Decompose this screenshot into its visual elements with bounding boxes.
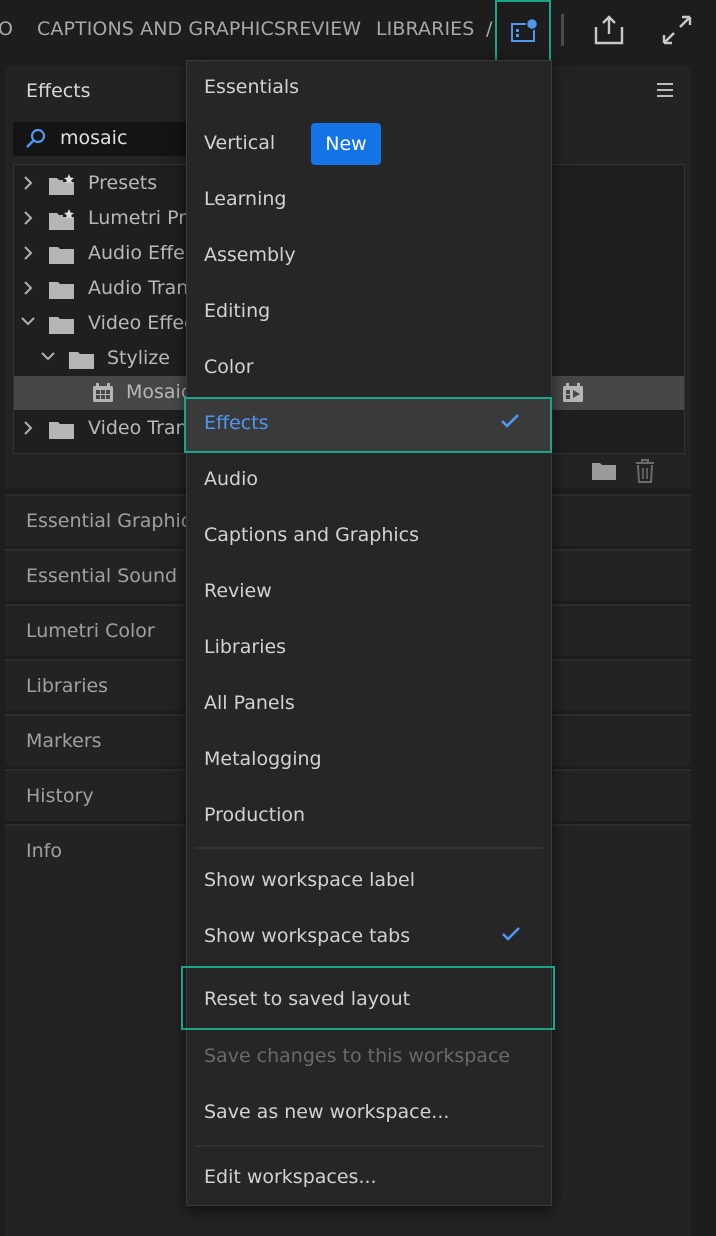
tree-item-label: Audio Trans xyxy=(88,277,199,299)
menu-item-label: Metalogging xyxy=(204,748,322,770)
menu-item-save-changes: Save changes to this workspace xyxy=(187,1030,551,1086)
folder-icon xyxy=(49,282,74,299)
tree-item-label: Lumetri Pre xyxy=(88,207,198,229)
panel-label: Lumetri Color xyxy=(26,620,155,642)
menu-item-all-panels[interactable]: All Panels xyxy=(187,677,551,733)
workspaces-menu: Essentials Vertical New Learning Assembl… xyxy=(181,60,555,1207)
panel-label: Libraries xyxy=(26,675,109,697)
effects-search-input[interactable]: mosaic xyxy=(13,122,213,156)
menu-item-label: Save as new workspace... xyxy=(204,1101,450,1123)
folder-icon xyxy=(49,247,74,264)
menu-item-label: Show workspace label xyxy=(204,869,416,891)
expand-icon xyxy=(662,15,692,45)
workspace-tab-bar: O CAPTIONS AND GRAPHICS REVIEW LIBRARIES… xyxy=(0,0,716,62)
menu-separator xyxy=(195,1145,543,1147)
menu-item-label: Learning xyxy=(204,188,287,210)
search-icon xyxy=(26,128,46,148)
menu-item-label: Production xyxy=(204,804,306,826)
panel-title[interactable]: Effects xyxy=(26,80,91,102)
menu-item-review[interactable]: Review xyxy=(187,565,551,621)
workspace-switcher-icon xyxy=(511,17,538,42)
menu-item-label: Captions and Graphics xyxy=(204,524,419,546)
menu-item-production[interactable]: Production xyxy=(187,789,551,845)
menu-item-label: Assembly xyxy=(204,244,296,266)
tree-item-label: Presets xyxy=(88,172,158,194)
menu-item-label: Edit workspaces... xyxy=(204,1166,377,1188)
tree-item-label: Stylize xyxy=(107,347,170,369)
checkmark-icon xyxy=(501,414,519,428)
new-bin-icon[interactable] xyxy=(591,461,617,481)
workspace-tab-libraries[interactable]: LIBRARIES xyxy=(376,18,474,40)
menu-item-assembly[interactable]: Assembly xyxy=(187,229,551,285)
panel-menu-icon[interactable] xyxy=(657,83,673,97)
menu-item-reset-to-saved-layout[interactable]: Reset to saved layout xyxy=(181,966,555,1030)
panel-label: Essential Graphics xyxy=(26,510,202,532)
panel-label: Essential Sound xyxy=(26,565,178,587)
folder-icon xyxy=(49,317,74,334)
menu-item-learning[interactable]: Learning xyxy=(187,173,551,229)
workspace-tab-partial[interactable]: O xyxy=(0,18,13,40)
panel-label: Markers xyxy=(26,730,102,752)
folder-icon xyxy=(49,422,74,439)
menu-item-metalogging[interactable]: Metalogging xyxy=(187,733,551,789)
menu-item-label: Effects xyxy=(204,412,269,434)
menu-item-label: Review xyxy=(204,580,272,602)
menu-item-label: All Panels xyxy=(204,692,295,714)
star-folder-icon xyxy=(49,209,74,230)
workspace-tab-captions-and-graphics[interactable]: CAPTIONS AND GRAPHICS xyxy=(37,18,286,40)
fullscreen-button[interactable] xyxy=(659,12,695,48)
checkmark-icon xyxy=(502,927,520,941)
workspaces-menu-button[interactable] xyxy=(495,0,551,62)
menu-item-label: Libraries xyxy=(204,636,287,658)
menu-item-label: Show workspace tabs xyxy=(204,925,411,947)
search-value[interactable]: mosaic xyxy=(60,127,127,149)
star-folder-icon xyxy=(49,174,74,195)
workspace-tab-overflow[interactable]: / xyxy=(486,18,493,40)
menu-item-editing[interactable]: Editing xyxy=(187,285,551,341)
menu-item-essentials[interactable]: Essentials xyxy=(187,61,551,117)
chevron-down-icon[interactable] xyxy=(40,350,56,362)
menu-item-label: Color xyxy=(204,356,254,378)
accelerated-effect-icon xyxy=(563,383,583,402)
menu-item-label: Save changes to this workspace xyxy=(204,1045,511,1067)
share-button[interactable] xyxy=(591,12,627,48)
trash-icon[interactable] xyxy=(635,459,655,483)
menu-item-libraries[interactable]: Libraries xyxy=(187,621,551,677)
chevron-right-icon[interactable] xyxy=(22,280,34,296)
menu-item-color[interactable]: Color xyxy=(187,341,551,397)
menu-item-edit-workspaces[interactable]: Edit workspaces... xyxy=(187,1151,551,1207)
workspace-tab-review[interactable]: REVIEW xyxy=(286,18,361,40)
toolbar-divider xyxy=(561,14,564,46)
chevron-right-icon[interactable] xyxy=(22,175,34,191)
chevron-right-icon[interactable] xyxy=(22,420,34,436)
menu-item-save-as-new-workspace[interactable]: Save as new workspace... xyxy=(187,1086,551,1142)
menu-item-label: Editing xyxy=(204,300,271,322)
menu-item-show-workspace-tabs[interactable]: Show workspace tabs xyxy=(187,910,551,966)
new-badge: New xyxy=(311,123,381,165)
menu-item-captions-and-graphics[interactable]: Captions and Graphics xyxy=(187,509,551,565)
panel-label: Info xyxy=(26,840,62,862)
menu-item-effects[interactable]: Effects xyxy=(184,397,552,453)
tree-item-label: Mosaic xyxy=(126,381,192,403)
chevron-right-icon[interactable] xyxy=(22,210,34,226)
folder-icon xyxy=(69,352,94,369)
chevron-down-icon[interactable] xyxy=(20,315,36,327)
tree-item-label: Video Effect xyxy=(88,312,202,334)
share-icon xyxy=(594,15,624,45)
menu-item-audio[interactable]: Audio xyxy=(187,453,551,509)
tree-item-label: Video Trans xyxy=(88,417,198,439)
effect-icon xyxy=(93,383,113,402)
chevron-right-icon[interactable] xyxy=(22,245,34,261)
menu-separator xyxy=(195,847,543,849)
panel-label: History xyxy=(26,785,94,807)
menu-item-label: Reset to saved layout xyxy=(204,988,411,1010)
menu-item-label: Audio xyxy=(204,468,259,490)
menu-item-label: Essentials xyxy=(204,76,300,98)
menu-item-show-workspace-label[interactable]: Show workspace label xyxy=(187,854,551,910)
menu-item-label: Vertical xyxy=(204,132,276,154)
